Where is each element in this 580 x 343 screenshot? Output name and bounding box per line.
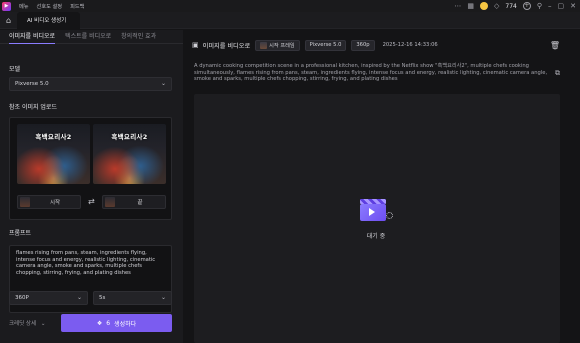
menu-item-feedback[interactable]: 피드백 xyxy=(70,3,84,10)
resolution-select[interactable]: 360P ⌄ xyxy=(9,291,88,305)
tab-creative-effects[interactable]: 창의적인 효과 xyxy=(121,30,156,44)
start-frame-mini-thumb xyxy=(20,197,30,207)
status-text: 대기 중 xyxy=(366,233,386,240)
duration-select[interactable]: 5s ⌄ xyxy=(93,291,172,305)
start-frame-label: 시작 xyxy=(49,200,61,206)
generate-label: 생성하다 xyxy=(114,320,137,328)
chevron-down-icon: ⌄ xyxy=(160,80,166,88)
home-icon[interactable]: ⌂ xyxy=(0,16,17,25)
start-frame-thumbnail[interactable]: 흑백요리사2 xyxy=(17,124,90,184)
coin-icon xyxy=(480,2,489,10)
minimize-icon[interactable]: – xyxy=(548,0,552,12)
start-frame-button[interactable]: 시작 xyxy=(17,195,81,209)
app-logo-icon[interactable]: ▶ xyxy=(2,1,11,11)
model-select[interactable]: Pixverse 5.0 ⌄ xyxy=(9,77,172,91)
close-icon[interactable]: ✕ xyxy=(570,0,576,12)
end-frame-mini-thumb xyxy=(105,197,115,207)
model-value: Pixverse 5.0 xyxy=(15,81,49,87)
end-frame-button[interactable]: 끝 xyxy=(102,195,166,209)
result-title: 이미지를 비디오로 xyxy=(202,42,251,50)
chevron-down-icon: ⌄ xyxy=(40,321,46,327)
diamond-icon: ◇ xyxy=(494,2,500,10)
generate-credit-count: 6 xyxy=(106,319,111,327)
prompt-label: 프롬프트 xyxy=(9,230,32,237)
cart-icon[interactable]: ⚲ xyxy=(537,0,542,12)
chevron-down-icon: ⌄ xyxy=(160,294,166,302)
reference-image-label: 참조 이미지 업로드 xyxy=(9,104,57,111)
prompt-description: A dynamic cooking competition scene in a… xyxy=(194,63,548,82)
start-frame-chip: 시작 프레임 xyxy=(255,39,300,51)
spinner-icon xyxy=(386,212,393,219)
play-icon xyxy=(369,208,375,216)
settings-panel: 이미지를 비디오로 텍스트를 비디오로 창의적인 효과 모델 Pixverse … xyxy=(0,30,183,343)
chip-mode-label: 시작 프레임 xyxy=(269,42,295,49)
chip-thumbnail xyxy=(260,41,268,49)
credit-cost-icon: ❖ xyxy=(96,319,103,327)
resolution-chip: 360p xyxy=(351,39,375,51)
generate-button[interactable]: ❖ 6 생성하다 xyxy=(61,314,172,332)
maximize-icon[interactable]: ▢ xyxy=(558,0,565,12)
tab-bar: ⌂ AI 비디오 생성기 xyxy=(0,11,580,29)
end-frame-title: 흑백요리사2 xyxy=(111,133,148,141)
result-panel: ▣ 이미지를 비디오로 시작 프레임 Pixverse 5.0 360p 202… xyxy=(184,30,580,343)
end-frame-label: 끝 xyxy=(137,200,143,206)
tab-image-to-video[interactable]: 이미지를 비디오로 xyxy=(9,30,56,44)
titlebar-actions: ⋯ ▦ ◇ 774 + ⚲ – ▢ ✕ xyxy=(454,0,576,12)
tab-text-to-video[interactable]: 텍스트를 비디오로 xyxy=(65,30,111,44)
credit-details-label: 크레딧 상세 xyxy=(9,321,37,327)
mode-tabs: 이미지를 비디오로 텍스트를 비디오로 창의적인 효과 xyxy=(0,30,183,44)
grid-icon[interactable]: ▦ xyxy=(467,0,474,12)
end-frame-thumbnail[interactable]: 흑백요리사2 xyxy=(93,124,166,184)
add-credits-icon[interactable]: + xyxy=(522,2,531,10)
tab-label: AI 비디오 생성기 xyxy=(27,18,67,24)
credit-count: 774 xyxy=(505,2,517,10)
image-icon: ▣ xyxy=(192,41,199,49)
menu-item-preferences[interactable]: 선호도 설정 xyxy=(37,3,63,10)
title-bar: ▶ 메뉴 선호도 설정 피드백 ⋯ ▦ ◇ 774 + ⚲ – ▢ ✕ xyxy=(0,0,580,12)
start-frame-title: 흑백요리사2 xyxy=(35,133,72,141)
result-header: ▣ 이미지를 비디오로 시작 프레임 Pixverse 5.0 360p 202… xyxy=(184,38,574,52)
copy-icon[interactable]: ⧉ xyxy=(555,69,560,78)
swap-frames-icon[interactable]: ⇄ xyxy=(88,197,95,206)
credit-details-toggle[interactable]: 크레딧 상세 ⌄ xyxy=(9,319,45,327)
tab-ai-video-generator[interactable]: AI 비디오 생성기 xyxy=(17,11,81,29)
model-chip: Pixverse 5.0 xyxy=(304,39,347,51)
loading-indicator xyxy=(360,197,393,223)
model-label: 모델 xyxy=(9,66,21,73)
trash-icon[interactable]: 🗑 xyxy=(550,41,560,50)
menu-item-menu[interactable]: 메뉴 xyxy=(19,3,29,10)
chevron-down-icon: ⌄ xyxy=(76,294,82,302)
more-icon[interactable]: ⋯ xyxy=(454,0,461,12)
duration-value: 5s xyxy=(99,295,106,301)
timestamp: 2025-12-16 14:33:06 xyxy=(382,42,438,48)
video-preview: 대기 중 xyxy=(194,94,560,343)
reference-image-area[interactable]: 흑백요리사2 흑백요리사2 시작 ⇄ 끝 xyxy=(9,117,172,220)
resolution-value: 360P xyxy=(15,295,29,301)
